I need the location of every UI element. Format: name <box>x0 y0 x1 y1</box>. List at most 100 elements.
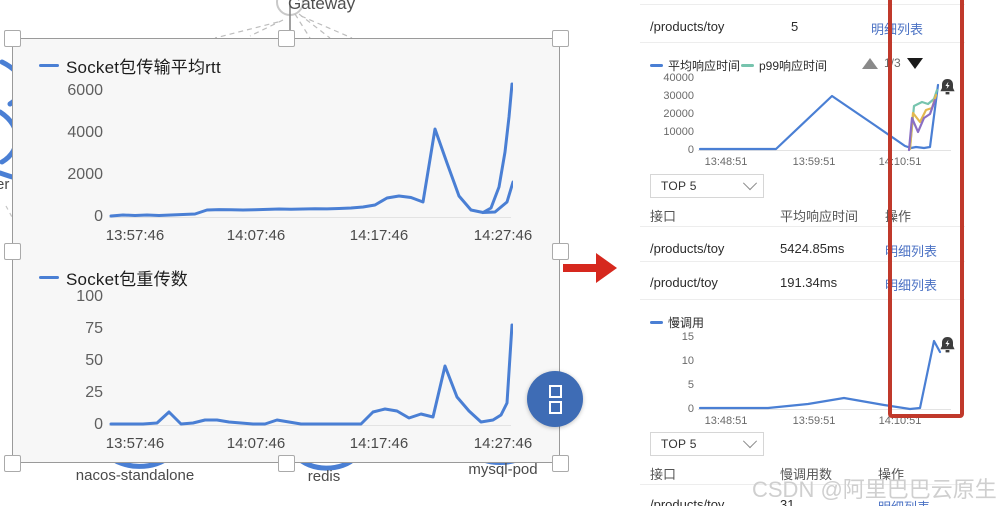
topology-node-label-redis: redis <box>307 468 341 485</box>
selection-handle-top-left[interactable] <box>4 30 21 47</box>
response-time-pager[interactable]: 1/3 <box>862 56 923 70</box>
chart2-ytick-0: 100 <box>76 288 103 305</box>
response-time-top-select-value: TOP 5 <box>661 179 697 193</box>
selection-handle-bottom-center[interactable] <box>278 455 295 472</box>
slow-call-legend-swatch <box>650 321 663 324</box>
top-row-interface: /products/toy <box>650 19 725 34</box>
bell-alarm-icon-response-time <box>940 79 955 95</box>
selection-handle-top-right[interactable] <box>552 30 569 47</box>
chart1-xtick-2: 14:17:46 <box>349 227 409 244</box>
pager-up-icon[interactable] <box>862 57 878 69</box>
screenshot-root: Gateway er Socket包传输平均rtt 6000 4000 2000… <box>0 0 996 506</box>
chart-socket-retransmit: Socket包重传数 100 75 50 25 0 13:57:46 14:07… <box>13 265 559 455</box>
pager-down-icon[interactable] <box>906 57 923 69</box>
chart1-ytick-1: 4000 <box>67 124 103 141</box>
chart1-xtick-0: 13:57:46 <box>105 227 165 244</box>
sc-ytick-2: 5 <box>687 379 694 391</box>
chevron-down-icon-slow-call <box>742 434 758 449</box>
sc-xtick-0: 13:48:51 <box>704 415 748 427</box>
chart1-xtick-1: 14:07:46 <box>226 227 286 244</box>
rt-table-header-interface: 接口 <box>650 209 677 224</box>
rt-row0-detail-link[interactable]: 明细列表 <box>885 241 937 260</box>
selection-handle-middle-left[interactable] <box>4 243 21 260</box>
topology-partial-label: er <box>0 176 10 193</box>
selected-chart-group[interactable]: Socket包传输平均rtt 6000 4000 2000 0 13:57:46 <box>12 38 560 463</box>
chart2-ytick-1: 75 <box>85 320 103 337</box>
chart2-ytick-3: 25 <box>85 384 103 401</box>
response-time-legend-p99-swatch <box>741 64 754 67</box>
chart2-legend-swatch <box>39 276 59 279</box>
metrics-side-panel[interactable]: /products/toy 5 明细列表 平均响应时间 p99响应时间 1/3 … <box>620 0 996 506</box>
rt-ytick-2: 20000 <box>663 108 694 120</box>
chevron-down-icon-response-time <box>742 176 758 191</box>
rt-row1-interface: /product/toy <box>650 275 718 290</box>
selection-handle-bottom-left[interactable] <box>4 455 21 472</box>
chart2-series-path <box>109 323 513 426</box>
chart2-xtick-1: 14:07:46 <box>226 435 286 452</box>
rt-row0-value: 5424.85ms <box>780 241 845 256</box>
chart1-legend-swatch <box>39 64 59 67</box>
chart-socket-avg-rtt: Socket包传输平均rtt 6000 4000 2000 0 13:57:46 <box>13 53 559 253</box>
top-row-separator-lower <box>640 42 965 43</box>
rt-table-header-action: 操作 <box>885 209 912 224</box>
sc-ytick-1: 10 <box>681 355 694 367</box>
chart1-ytick-0: 6000 <box>67 82 103 99</box>
rt-ytick-3: 10000 <box>663 126 694 138</box>
sc-row0-interface: /products/toy <box>650 497 725 506</box>
metrics-panel-content: /products/toy 5 明细列表 平均响应时间 p99响应时间 1/3 … <box>628 0 973 506</box>
floating-action-button[interactable] <box>527 371 583 427</box>
chart2-xtick-0: 13:57:46 <box>105 435 165 452</box>
sc-table-header-interface: 接口 <box>650 467 677 482</box>
sc-xtick-2: 14:10:51 <box>878 415 922 427</box>
slow-call-top-select[interactable]: TOP 5 <box>650 432 764 456</box>
watermark-text: CSDN @阿里巴巴云原生 <box>752 477 996 502</box>
selection-handle-bottom-right[interactable] <box>552 455 569 472</box>
rt-row1-detail-link[interactable]: 明细列表 <box>885 275 937 294</box>
bell-alarm-icon-slow-call <box>940 337 955 353</box>
rt-xtick-2: 14:10:51 <box>878 156 922 168</box>
chart1-legend: Socket包传输平均rtt <box>13 53 221 78</box>
sc-xtick-1: 13:59:51 <box>792 415 836 427</box>
response-time-plot: 40000 30000 20000 10000 0 13:48:51 13:59… <box>628 70 973 168</box>
rt-xtick-1: 13:59:51 <box>792 156 836 168</box>
rt-ytick-4: 0 <box>687 144 694 156</box>
pager-page-indicator: 1/3 <box>884 56 901 70</box>
rt-row1-value: 191.34ms <box>780 275 838 290</box>
topology-gateway-label: Gateway <box>288 0 356 13</box>
annotation-arrow-icon <box>563 253 617 283</box>
top-row-separator-upper <box>640 4 965 5</box>
slow-call-top-select-value: TOP 5 <box>661 437 697 451</box>
chart2-plot: 100 75 50 25 0 13:57:46 14:07:46 14:17:4… <box>13 287 559 455</box>
chart2-ytick-2: 50 <box>85 352 103 369</box>
rt-series-paths <box>698 83 940 152</box>
chart1-ytick-2: 2000 <box>67 166 103 183</box>
rt-table-sep-1 <box>640 261 965 262</box>
rt-xtick-0: 13:48:51 <box>704 156 748 168</box>
rt-row0-interface: /products/toy <box>650 241 725 256</box>
topology-canvas[interactable]: Gateway er Socket包传输平均rtt 6000 4000 2000… <box>0 0 620 506</box>
topology-node-label-nacos: nacos-standalone <box>75 467 195 484</box>
stacked-squares-icon-bottom <box>548 400 562 414</box>
sc-ytick-0: 15 <box>681 331 694 343</box>
top-row-count: 5 <box>791 19 799 34</box>
top-row-detail-link[interactable]: 明细列表 <box>871 19 923 38</box>
rt-table-header-value: 平均响应时间 <box>780 209 859 224</box>
rt-table-sep-0 <box>640 226 965 227</box>
chart1-xtick-3: 14:27:46 <box>473 227 533 244</box>
rt-table-sep-2 <box>640 299 965 300</box>
chart1-ytick-3: 0 <box>94 208 103 225</box>
response-time-top-select[interactable]: TOP 5 <box>650 174 764 198</box>
sc-ytick-3: 0 <box>687 403 694 415</box>
stacked-squares-icon-top <box>548 384 562 398</box>
rt-ytick-1: 30000 <box>663 90 694 102</box>
sc-series-path <box>698 339 942 411</box>
chart1-plot: 6000 4000 2000 0 13:57:46 14:07:46 14:17… <box>13 77 559 247</box>
selection-handle-middle-right[interactable] <box>552 243 569 260</box>
response-time-legend-avg-swatch <box>650 64 663 67</box>
chart2-xtick-3: 14:27:46 <box>473 435 533 452</box>
chart2-ytick-4: 0 <box>94 416 103 433</box>
topology-node-label-mysql: mysql-pod <box>468 461 538 478</box>
chart1-legend-label: Socket包传输平均rtt <box>66 58 221 77</box>
selection-handle-top-center[interactable] <box>278 30 295 47</box>
chart2-xtick-2: 14:17:46 <box>349 435 409 452</box>
